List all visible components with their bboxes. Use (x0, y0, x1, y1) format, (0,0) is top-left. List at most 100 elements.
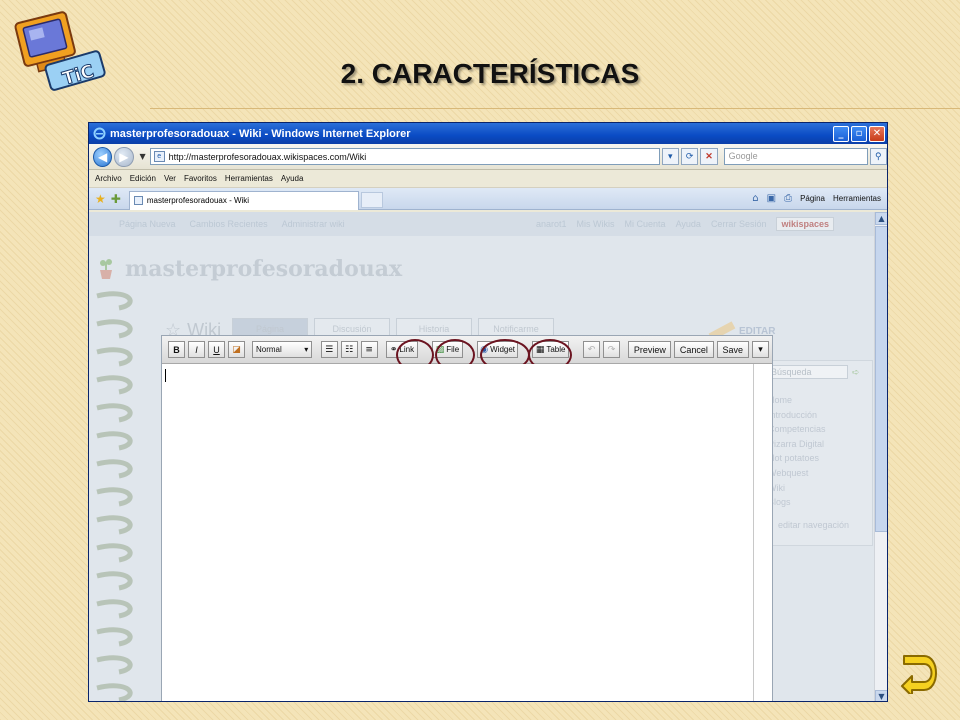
horizontal-rule-icon: ≡ (365, 344, 373, 355)
refresh-button[interactable]: ⟳ (680, 148, 699, 165)
new-page-link[interactable]: Página Nueva (119, 219, 176, 229)
print-icon[interactable]: ⎙ (784, 193, 792, 204)
tools-menu[interactable]: Herramientas (833, 194, 881, 203)
history-dropdown-icon[interactable]: ▼ (140, 152, 146, 161)
tab-page-icon (133, 196, 143, 205)
sidebar-item-webquest[interactable]: Webquest (768, 466, 866, 481)
sidebar-nav-list: Home Introducción Competencias Pizarra D… (768, 393, 866, 510)
format-select[interactable]: Normal ▾ (252, 341, 313, 358)
menu-ayuda[interactable]: Ayuda (281, 174, 304, 183)
forward-button[interactable]: ▶ (114, 146, 134, 167)
undo-icon: ↶ (587, 344, 596, 355)
menu-herramientas[interactable]: Herramientas (225, 174, 273, 183)
forward-arrow-icon: ▶ (119, 149, 129, 164)
save-button[interactable]: Save (716, 341, 749, 358)
undo-button[interactable]: ↶ (583, 341, 601, 358)
recent-changes-link[interactable]: Cambios Recientes (190, 219, 268, 229)
sidebar-item-wiki[interactable]: Wiki (768, 481, 866, 496)
edit-navigation-link[interactable]: editar navegación (768, 520, 866, 530)
scroll-down-button[interactable]: ▼ (875, 690, 887, 701)
scroll-up-button[interactable]: ▲ (875, 212, 887, 225)
command-bar: ⌂ ▣ ⎙ Página Herramientas (744, 193, 887, 204)
chevron-down-icon: ▾ (758, 344, 763, 354)
go-arrow-icon[interactable]: ➪ (852, 368, 860, 378)
site-title: masterprofesoradouax (97, 256, 402, 282)
minimize-button[interactable]: _ (833, 125, 849, 142)
tab-bar: ★ ✚ masterprofesoradouax - Wiki ⌂ ▣ ⎙ Pá… (89, 188, 887, 210)
spiral-binding-decoration (96, 291, 133, 701)
sidebar-item-blogs[interactable]: Blogs (768, 495, 866, 510)
search-button[interactable]: ⚲ (869, 148, 887, 165)
redo-button[interactable]: ↷ (603, 341, 621, 358)
address-bar: ◀ ▶ ▼ e http://masterprofesoradouax.wiki… (89, 144, 887, 170)
bullet-list-icon: ☷ (345, 344, 354, 355)
my-wikis-link[interactable]: Mis Wikis (577, 219, 615, 229)
refresh-icon: ⟳ (685, 151, 694, 161)
stop-icon: ✕ (705, 151, 713, 161)
close-button[interactable]: ✕ (869, 125, 885, 142)
sidebar-search-input[interactable]: Búsqueda (768, 365, 848, 379)
menu-edicion[interactable]: Edición (130, 174, 156, 183)
wikispaces-badge[interactable]: wikispaces (776, 217, 834, 231)
wiki-top-nav: Página Nueva Cambios Recientes Administr… (89, 212, 874, 236)
bold-button[interactable]: B (168, 341, 185, 358)
url-text: http://masterprofesoradouax.wikispaces.c… (168, 151, 367, 162)
username-link[interactable]: anarot1 (536, 219, 567, 229)
bullet-list-button[interactable]: ☷ (340, 341, 358, 358)
window-titlebar: masterprofesoradouax - Wiki - Windows In… (89, 123, 887, 144)
paint-bucket-icon: ◪ (232, 344, 241, 355)
site-name: masterprofesoradouax (125, 256, 403, 282)
horizontal-rule-button[interactable]: ≡ (360, 341, 378, 358)
redo-icon: ↷ (607, 344, 616, 355)
menu-ver[interactable]: Ver (164, 174, 176, 183)
sidebar-item-hot-potatoes[interactable]: Hot potatoes (768, 451, 866, 466)
cancel-button[interactable]: Cancel (674, 341, 714, 358)
search-icon: ⚲ (875, 151, 882, 161)
tab-label: masterprofesoradouax - Wiki (146, 196, 250, 205)
sidebar-item-introduccion[interactable]: Introducción (768, 408, 866, 423)
menu-favoritos[interactable]: Favoritos (184, 174, 217, 183)
help-link[interactable]: Ayuda (676, 219, 701, 229)
new-tab-button[interactable] (360, 192, 383, 208)
sidebar-item-pizarra-digital[interactable]: Pizarra Digital (768, 437, 866, 452)
sign-out-link[interactable]: Cerrar Sesión (711, 219, 767, 229)
feeds-icon[interactable]: ▣ (767, 193, 776, 204)
title-underline (150, 108, 960, 109)
add-favorite-icon[interactable]: ✚ (111, 192, 121, 206)
manage-wiki-link[interactable]: Administrar wiki (282, 219, 345, 229)
browser-tab[interactable]: masterprofesoradouax - Wiki (128, 190, 359, 210)
url-input[interactable]: e http://masterprofesoradouax.wikispaces… (149, 148, 660, 165)
sidebar-item-competencias[interactable]: Competencias (768, 422, 866, 437)
numbered-list-icon: ☰ (325, 344, 334, 355)
text-caret (165, 369, 166, 382)
editor-text-area[interactable] (162, 364, 754, 701)
sidebar-item-home[interactable]: Home (768, 393, 866, 408)
vertical-scrollbar[interactable]: ▲ ▼ (874, 212, 887, 701)
my-account-link[interactable]: Mi Cuenta (625, 219, 666, 229)
user-links: anarot1 Mis Wikis Mi Cuenta Ayuda Cerrar… (526, 217, 874, 231)
stop-button[interactable]: ✕ (700, 148, 718, 165)
favorites-star-icon[interactable]: ★ (95, 192, 106, 206)
preview-button[interactable]: Preview (628, 341, 672, 358)
ie-logo-icon (93, 127, 106, 140)
back-arrow-icon: ◀ (98, 149, 108, 164)
home-icon[interactable]: ⌂ (752, 193, 758, 204)
slide-title: 2. CARACTERÍSTICAS (340, 58, 640, 89)
maximize-button[interactable]: ▫ (851, 125, 867, 142)
numbered-list-button[interactable]: ☰ (320, 341, 338, 358)
back-button[interactable]: ◀ (93, 146, 113, 167)
underline-button[interactable]: U (208, 341, 225, 358)
page-menu[interactable]: Página (800, 194, 825, 203)
save-options-dropdown[interactable]: ▾ (751, 341, 769, 358)
u-turn-arrow-icon[interactable] (898, 652, 938, 694)
scroll-thumb[interactable] (875, 226, 887, 532)
text-color-button[interactable]: ◪ (228, 341, 245, 358)
format-select-value: Normal (256, 345, 282, 354)
page-icon: e (153, 151, 165, 162)
menu-archivo[interactable]: Archivo (95, 174, 122, 183)
menu-bar: Archivo Edición Ver Favoritos Herramient… (89, 170, 887, 188)
url-dropdown-button[interactable]: ▾ (661, 148, 679, 165)
search-input[interactable]: Google (723, 148, 868, 165)
italic-button[interactable]: I (188, 341, 205, 358)
chevron-down-icon: ▾ (304, 345, 309, 354)
